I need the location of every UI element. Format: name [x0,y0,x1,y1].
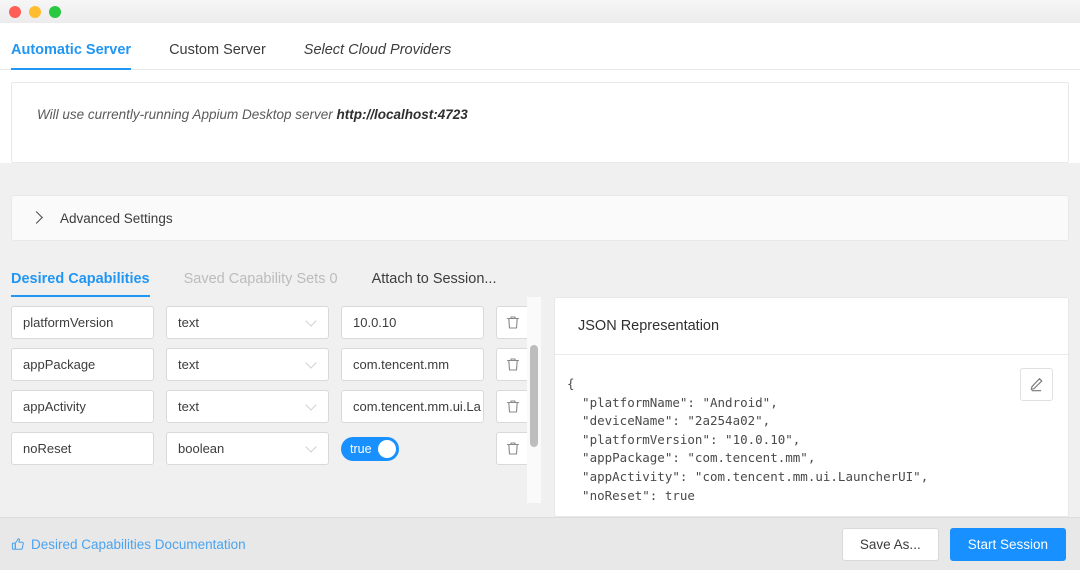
tab-desired-capabilities[interactable]: Desired Capabilities [11,271,150,297]
documentation-link[interactable]: Desired Capabilities Documentation [11,537,246,552]
server-panel: Will use currently-running Appium Deskto… [0,70,1080,163]
appium-inspector-window: Automatic Server Custom Server Select Cl… [0,0,1080,570]
capability-type-select[interactable]: text [166,306,329,339]
json-representation-card: JSON Representation { "platformName": "A… [554,297,1069,517]
capability-type-value: boolean [178,441,224,456]
server-tab-bar: Automatic Server Custom Server Select Cl… [0,23,1080,70]
zoom-button[interactable] [49,6,61,18]
trash-icon [506,399,520,414]
tab-automatic-server[interactable]: Automatic Server [11,42,131,69]
tab-custom-server[interactable]: Custom Server [169,42,266,69]
delete-capability-button[interactable] [496,306,529,339]
pencil-icon [1029,377,1044,392]
advanced-settings-wrap: Advanced Settings [0,163,1080,241]
delete-capability-button[interactable] [496,390,529,423]
scrollbar-thumb[interactable] [530,345,538,447]
close-button[interactable] [9,6,21,18]
server-info-card: Will use currently-running Appium Deskto… [11,82,1069,163]
table-row: appActivity text com.tencent.mm.ui.La [11,390,527,423]
capability-value-input[interactable]: com.tencent.mm [341,348,484,381]
json-code: { "platformName": "Android", "deviceName… [567,375,1056,505]
footer-buttons: Save As... Start Session [842,528,1066,561]
chevron-down-icon [305,441,316,452]
capability-type-value: text [178,399,199,414]
capability-name-input[interactable]: appActivity [11,390,154,423]
title-bar [0,0,1080,23]
trash-icon [506,315,520,330]
capability-type-select[interactable]: boolean [166,432,329,465]
server-info-prefix: Will use currently-running Appium Deskto… [37,107,337,122]
tab-saved-capability-sets[interactable]: Saved Capability Sets 0 [184,271,338,297]
minimize-button[interactable] [29,6,41,18]
capability-type-select[interactable]: text [166,348,329,381]
capability-type-value: text [178,315,199,330]
advanced-settings-label: Advanced Settings [60,211,173,226]
advanced-settings-toggle[interactable]: Advanced Settings [11,195,1069,241]
edit-json-button[interactable] [1020,368,1053,401]
capability-value-toggle-wrap: true [341,432,484,465]
boolean-toggle[interactable]: true [341,437,399,461]
trash-icon [506,357,520,372]
tab-attach-to-session[interactable]: Attach to Session... [372,271,497,297]
table-row: noReset boolean true [11,432,527,465]
start-session-button[interactable]: Start Session [950,528,1066,561]
json-panel-body: { "platformName": "Android", "deviceName… [555,355,1068,516]
capabilities-list: platformVersion text 10.0.10 appPackage [11,297,541,517]
table-row: appPackage text com.tencent.mm [11,348,527,381]
capability-name-input[interactable]: platformVersion [11,306,154,339]
capability-value-input[interactable]: com.tencent.mm.ui.La [341,390,484,423]
delete-capability-button[interactable] [496,432,529,465]
tab-select-cloud-providers[interactable]: Select Cloud Providers [304,42,452,69]
capabilities-scrollbar[interactable] [527,297,541,503]
save-as-button[interactable]: Save As... [842,528,939,561]
footer-bar: Desired Capabilities Documentation Save … [0,517,1080,570]
toggle-knob [378,440,396,458]
server-info-text: Will use currently-running Appium Deskto… [37,107,1043,122]
json-panel-title: JSON Representation [555,298,1068,355]
main-content: platformVersion text 10.0.10 appPackage [0,297,1080,517]
table-row: platformVersion text 10.0.10 [11,306,527,339]
capability-name-input[interactable]: appPackage [11,348,154,381]
trash-icon [506,441,520,456]
toggle-label: true [350,442,372,456]
thumbs-up-icon [11,537,25,551]
capability-tab-bar: Desired Capabilities Saved Capability Se… [0,259,1080,297]
capability-type-value: text [178,357,199,372]
capability-name-input[interactable]: noReset [11,432,154,465]
capability-value-input[interactable]: 10.0.10 [341,306,484,339]
chevron-right-icon [30,211,43,224]
delete-capability-button[interactable] [496,348,529,381]
capabilities-scroll-area: platformVersion text 10.0.10 appPackage [11,297,527,474]
chevron-down-icon [305,399,316,410]
capability-type-select[interactable]: text [166,390,329,423]
server-url: http://localhost:4723 [337,107,468,122]
chevron-down-icon [305,315,316,326]
documentation-link-label: Desired Capabilities Documentation [31,537,246,552]
chevron-down-icon [305,357,316,368]
